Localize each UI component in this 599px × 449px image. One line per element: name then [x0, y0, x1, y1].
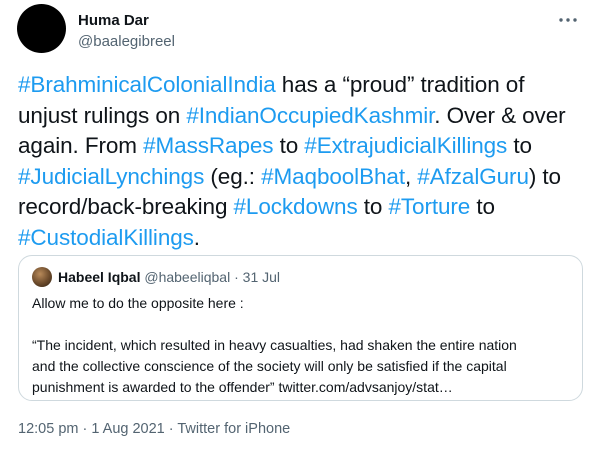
- quoted-text-line: and the collective conscience of the soc…: [32, 358, 507, 374]
- tweet-card: Huma Dar @baalegibreel #BrahminicalColon…: [0, 0, 599, 449]
- quoted-text-line: Allow me to do the opposite here :: [32, 295, 244, 311]
- more-dots-graphic: [559, 18, 577, 22]
- meta-separator: ·: [164, 421, 178, 437]
- author-avatar[interactable]: [17, 4, 66, 53]
- tweet-text-segment: to: [507, 133, 532, 158]
- quoted-text-line: punishment is awarded to the offender” t…: [32, 379, 453, 395]
- hashtag-link[interactable]: #BrahminicalColonialIndia: [18, 72, 276, 97]
- tweet-source[interactable]: Twitter for iPhone: [177, 421, 290, 437]
- tweet-text-segment: ,: [404, 163, 418, 189]
- tweet-date[interactable]: 1 Aug 2021: [91, 421, 164, 437]
- tweet-time[interactable]: 12:05 pm: [18, 421, 78, 437]
- hashtag-link[interactable]: #MassRapes: [143, 133, 273, 158]
- quoted-date: 31 Jul: [242, 269, 281, 285]
- hashtag-link[interactable]: #JudicialLynchings: [18, 164, 204, 189]
- hashtag-link[interactable]: #MaqboolBhat: [261, 164, 405, 189]
- hashtag-link[interactable]: #Lockdowns: [234, 194, 358, 219]
- quoted-text-line: “The incident, which resulted in heavy c…: [32, 337, 517, 353]
- author-name[interactable]: Huma Dar: [78, 12, 175, 30]
- tweet-text-segment: to: [357, 194, 389, 219]
- quoted-author-handle: @habeeliqbal: [144, 269, 231, 285]
- author-info: Huma Dar @baalegibreel: [78, 12, 175, 51]
- quoted-author-avatar: [32, 267, 52, 287]
- quoted-text-gap: [32, 314, 572, 335]
- tweet-text: #BrahminicalColonialIndia has a “proud” …: [18, 70, 588, 253]
- hashtag-link[interactable]: #Torture: [388, 194, 470, 219]
- quoted-tweet[interactable]: Habeel Iqbal @habeeliqbal · 31 Jul Allow…: [18, 255, 583, 401]
- quoted-tweet-text: Allow me to do the opposite here : “The …: [32, 293, 572, 398]
- hashtag-link[interactable]: #CustodialKillings: [18, 225, 194, 250]
- more-horizontal-icon[interactable]: [557, 10, 579, 30]
- tweet-text-segment: to: [273, 133, 305, 158]
- tweet-text-segment: (eg.:: [204, 163, 262, 189]
- quoted-tweet-header: Habeel Iqbal @habeeliqbal · 31 Jul: [58, 268, 280, 286]
- quoted-separator: ·: [234, 269, 239, 285]
- meta-separator: ·: [78, 421, 92, 437]
- tweet-text-segment: to: [470, 194, 495, 219]
- author-handle[interactable]: @baalegibreel: [78, 33, 175, 51]
- tweet-meta: 12:05 pm · 1 Aug 2021 · Twitter for iPho…: [18, 420, 290, 438]
- hashtag-link[interactable]: #ExtrajudicialKillings: [304, 133, 507, 158]
- hashtag-link[interactable]: #IndianOccupiedKashmir: [186, 103, 434, 128]
- tweet-text-segment: .: [193, 224, 200, 250]
- quoted-author-name: Habeel Iqbal: [58, 269, 141, 285]
- hashtag-link[interactable]: #AfzalGuru: [417, 164, 529, 189]
